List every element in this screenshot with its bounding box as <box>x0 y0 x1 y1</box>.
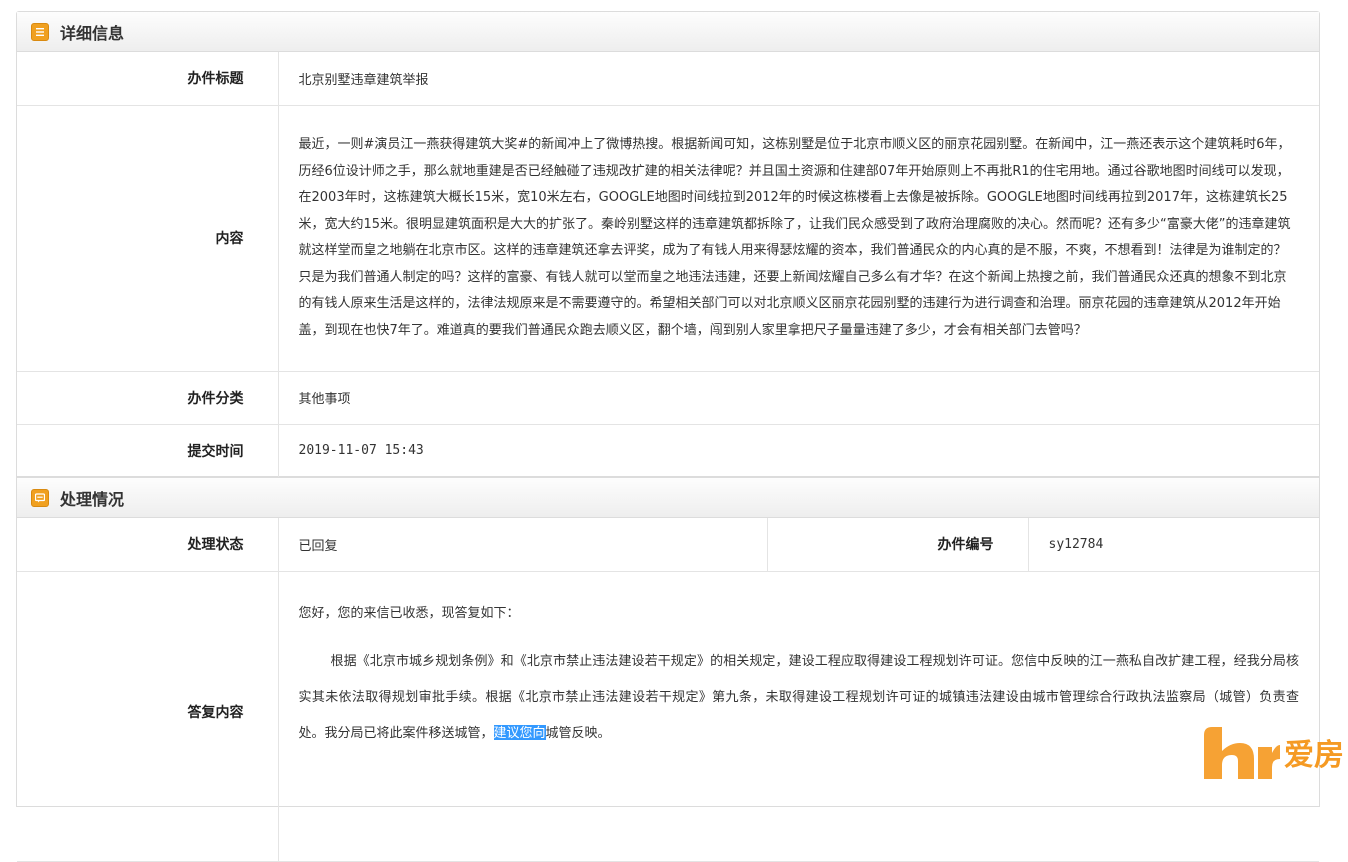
status-row: 处理状态 已回复 办件编号 sy12784 <box>17 518 1319 572</box>
reply-body: 根据《北京市城乡规划条例》和《北京市禁止违法建设若干规定》的相关规定，建设工程应… <box>298 643 1300 751</box>
time-row: 提交时间 2019-11-07 15:43 <box>17 424 1319 478</box>
watermark-text: 爱房 <box>1284 738 1344 773</box>
reply-body-end: 城管反映。 <box>545 724 611 740</box>
watermark: 爱房 <box>1200 721 1344 783</box>
processing-panel-title: 处理情况 <box>60 489 125 509</box>
title-label: 办件标题 <box>17 52 279 106</box>
aifang-logo-icon <box>1204 727 1280 779</box>
reply-label: 答复内容 <box>17 571 279 862</box>
title-row: 办件标题 北京别墅违章建筑举报 <box>17 52 1319 106</box>
document-icon <box>31 22 49 41</box>
category-value: 其他事项 <box>278 371 1319 425</box>
number-label: 办件编号 <box>767 518 1029 572</box>
title-value: 北京别墅违章建筑举报 <box>278 52 1319 106</box>
content-label: 内容 <box>17 105 279 372</box>
reply-greeting: 您好，您的来信已收悉，现答复如下： <box>298 604 520 620</box>
detail-table: 办件标题 北京别墅违章建筑举报 内容 最近，一则#演员江一燕获得建筑大奖#的新闻… <box>17 52 1319 478</box>
processing-table: 处理状态 已回复 办件编号 sy12784 答复内容 您好，您的来信已收悉，现答… <box>17 518 1319 862</box>
detail-panel-header: 详细信息 <box>17 12 1319 52</box>
processing-panel-header: 处理情况 <box>17 478 1319 518</box>
reply-body-selected[interactable]: 建议您向 <box>493 724 546 740</box>
category-row: 办件分类 其他事项 <box>17 371 1319 425</box>
status-label: 处理状态 <box>17 518 279 572</box>
reply-body-main: 根据《北京市城乡规划条例》和《北京市禁止违法建设若干规定》的相关规定，建设工程应… <box>298 652 1300 740</box>
status-value: 已回复 <box>278 518 768 572</box>
content-value: 最近，一则#演员江一燕获得建筑大奖#的新闻冲上了微博热搜。根据新闻可知，这栋别墅… <box>298 137 1291 338</box>
category-label: 办件分类 <box>17 371 279 425</box>
reply-row: 答复内容 您好，您的来信已收悉，现答复如下： 根据《北京市城乡规划条例》和《北京… <box>17 571 1319 862</box>
detail-panel: 详细信息 办件标题 北京别墅违章建筑举报 内容 最近，一则#演员江一燕获得建筑大… <box>16 11 1320 478</box>
message-icon <box>31 488 49 507</box>
content-cell: 最近，一则#演员江一燕获得建筑大奖#的新闻冲上了微博热搜。根据新闻可知，这栋别墅… <box>278 105 1319 372</box>
content-row: 内容 最近，一则#演员江一燕获得建筑大奖#的新闻冲上了微博热搜。根据新闻可知，这… <box>17 105 1319 372</box>
time-label: 提交时间 <box>17 424 279 478</box>
time-value: 2019-11-07 15:43 <box>278 424 1319 478</box>
processing-panel: 处理情况 处理状态 已回复 办件编号 sy12784 答复内容 您好，您的来信已… <box>16 477 1320 862</box>
number-value: sy12784 <box>1028 518 1319 572</box>
detail-panel-title: 详细信息 <box>60 23 125 43</box>
reply-cell: 您好，您的来信已收悉，现答复如下： 根据《北京市城乡规划条例》和《北京市禁止违法… <box>278 571 1319 862</box>
